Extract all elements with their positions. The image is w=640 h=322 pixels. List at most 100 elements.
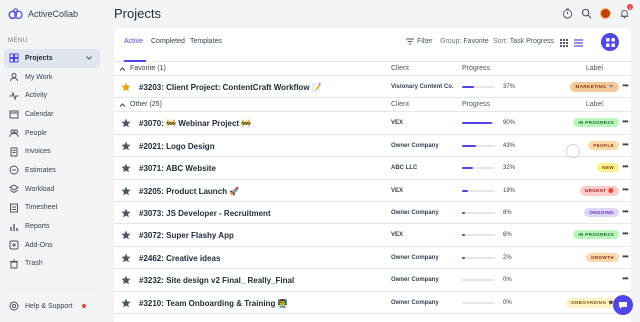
sidebar-item-timesheet[interactable]: Timesheet <box>0 199 104 218</box>
project-label-badge[interactable]: IN PROGRESS <box>573 230 619 240</box>
project-client: Owner Company <box>391 210 439 216</box>
projects-toolbar: Active Completed Templates Filter Group:… <box>114 28 631 62</box>
project-row[interactable]: #3072: Super Flashy App VEX 6% IN PROGRESS •… <box>114 224 631 247</box>
row-options-icon[interactable]: ••• <box>619 229 631 238</box>
brand[interactable]: ActiveCollab <box>0 0 104 28</box>
project-row[interactable]: #2462: Creative ideas Owner Company 2% GROW… <box>114 247 631 270</box>
row-options-icon[interactable]: ••• <box>619 140 631 149</box>
sidebar-item-invoices[interactable]: Invoices <box>0 142 104 161</box>
project-label-badge[interactable]: NEW <box>597 163 619 173</box>
progress-text: 0% <box>503 277 512 284</box>
notifications-bell-icon[interactable]: 1 <box>618 4 633 19</box>
project-label-badge[interactable]: ONBOARDING 🎓 <box>566 297 619 308</box>
project-row[interactable]: #3070: 🚧 Webinar Project 🚧 VEX 90% IN PROGR… <box>114 112 631 135</box>
tab-active[interactable]: Active <box>124 38 143 45</box>
search-icon[interactable] <box>580 7 592 19</box>
favorite-star-icon[interactable] <box>121 141 131 151</box>
project-label-badge[interactable]: IN PROGRESS <box>573 118 619 128</box>
sidebar-item-workload[interactable]: Workload <box>0 180 104 199</box>
favorite-star-icon[interactable] <box>121 253 131 263</box>
favorite-star-icon[interactable] <box>121 230 131 240</box>
project-name[interactable]: #3232: Site design v2 Final_ Really_Fina… <box>139 276 294 285</box>
group-header[interactable]: Favorite (1) Client Progress Label <box>114 62 631 76</box>
sidebar-item-my-work[interactable]: My Work <box>0 68 104 87</box>
sidebar-item-label: Calendar <box>25 110 54 118</box>
project-label-badge[interactable]: ONGOING <box>584 208 619 217</box>
chevron-up-icon[interactable] <box>119 66 126 72</box>
project-label-badge[interactable]: GROWTH <box>586 252 619 262</box>
group-by-dropdown[interactable]: Group: Favorite <box>440 38 489 45</box>
grid-view-icon[interactable] <box>560 39 571 47</box>
progress-fill <box>462 189 469 192</box>
sidebar-item-label: Reports <box>25 223 50 231</box>
sidebar-item-add-ons[interactable]: Add-Ons <box>0 236 104 255</box>
favorite-star-icon[interactable] <box>121 186 131 196</box>
progress-bar <box>462 256 495 259</box>
project-row[interactable]: #3203: Client Project: ContentCraft Work… <box>114 76 631 99</box>
project-row[interactable]: #3073: JS Developer - Recruitment Owner C… <box>114 202 631 225</box>
row-options-icon[interactable]: ••• <box>619 252 631 261</box>
project-name[interactable]: #3210: Team Onboarding & Training 👨‍🏫 <box>139 299 288 308</box>
help-support-link[interactable]: Help & Support <box>9 301 87 311</box>
row-options-icon[interactable]: ••• <box>619 207 631 216</box>
row-options-icon[interactable]: ••• <box>619 274 631 283</box>
favorite-star-icon[interactable] <box>121 118 131 128</box>
tab-templates[interactable]: Templates <box>190 38 222 45</box>
project-row[interactable]: #3205: Product Launch 🚀 VEX 19% URGENT 🔴 ••• <box>114 180 631 202</box>
project-name[interactable]: #2462: Creative ideas <box>139 254 220 263</box>
project-name[interactable]: #3203: Client Project: ContentCraft Work… <box>139 83 322 92</box>
sidebar-item-trash[interactable]: Trash <box>0 255 104 274</box>
sidebar-item-label: Activity <box>25 92 48 100</box>
sidebar-item-label: Add-Ons <box>25 241 53 249</box>
chevron-down-icon[interactable] <box>85 54 93 62</box>
group-title: Favorite (1) <box>119 65 166 72</box>
project-name[interactable]: #2021: Logo Design <box>139 142 215 151</box>
project-label-badge[interactable]: URGENT 🔴 <box>579 185 619 196</box>
favorite-star-icon[interactable] <box>121 208 131 218</box>
project-name[interactable]: #3072: Super Flashy App <box>139 231 234 240</box>
sidebar-item-calendar[interactable]: Calendar <box>0 105 104 124</box>
progress-fill <box>462 212 465 214</box>
progress-bar <box>462 189 495 192</box>
project-row[interactable]: #3232: Site design v2 Final_ Really_Fina… <box>114 269 631 292</box>
add-project-apps-button[interactable] <box>601 33 619 51</box>
sort-dropdown[interactable]: Sort: Task Progress <box>493 38 554 45</box>
column-header-label: Label <box>585 101 603 109</box>
sidebar-item-reports[interactable]: Reports <box>0 217 104 236</box>
tab-completed[interactable]: Completed <box>151 38 185 45</box>
progress-bar <box>462 212 495 214</box>
project-row[interactable]: #2021: Logo Design Owner Company 43% PEOPLE… <box>114 135 631 158</box>
filter-button[interactable]: Filter <box>406 38 433 45</box>
sidebar-item-projects[interactable]: Projects <box>4 49 100 68</box>
project-label-badge[interactable]: MARKETING 🐄 <box>570 82 619 92</box>
column-header-client: Client <box>391 65 409 72</box>
favorite-star-icon[interactable] <box>121 275 131 285</box>
favorite-star-icon[interactable] <box>121 82 131 92</box>
row-options-icon[interactable]: ••• <box>619 162 631 171</box>
progress-fill <box>462 234 465 237</box>
project-row[interactable]: #3210: Team Onboarding & Training 👨‍🏫 Own… <box>114 292 631 314</box>
group-header[interactable]: Other (25) Client Progress Label <box>114 98 631 113</box>
project-name[interactable]: #3071: ABC Website <box>139 164 216 173</box>
favorite-star-icon[interactable] <box>121 298 131 308</box>
project-name[interactable]: #3205: Product Launch 🚀 <box>139 187 239 196</box>
row-options-icon[interactable]: ••• <box>619 117 631 126</box>
group-title-label: Favorite (1) <box>130 65 166 72</box>
timer-icon[interactable] <box>561 7 573 19</box>
row-options-icon[interactable]: ••• <box>619 185 631 194</box>
help-notification-dot <box>82 304 87 308</box>
row-options-icon[interactable]: ••• <box>619 81 631 90</box>
chevron-up-icon[interactable] <box>119 102 126 108</box>
progress-text: 2% <box>503 254 512 261</box>
list-view-icon[interactable] <box>574 39 586 47</box>
sidebar-item-activity[interactable]: Activity <box>0 86 104 105</box>
user-avatar[interactable] <box>599 7 611 19</box>
project-row[interactable]: #3071: ABC Website ABC LLC 32% NEW ••• <box>114 157 631 180</box>
favorite-star-icon[interactable] <box>121 163 131 173</box>
project-label-badge[interactable]: PEOPLE <box>588 140 619 150</box>
project-name[interactable]: #3073: JS Developer - Recruitment <box>139 209 271 218</box>
chat-button[interactable] <box>613 295 633 315</box>
project-name[interactable]: #3070: 🚧 Webinar Project 🚧 <box>139 119 251 128</box>
sidebar-item-estimates[interactable]: Estimates <box>0 161 104 180</box>
sidebar-item-people[interactable]: People <box>0 124 104 143</box>
